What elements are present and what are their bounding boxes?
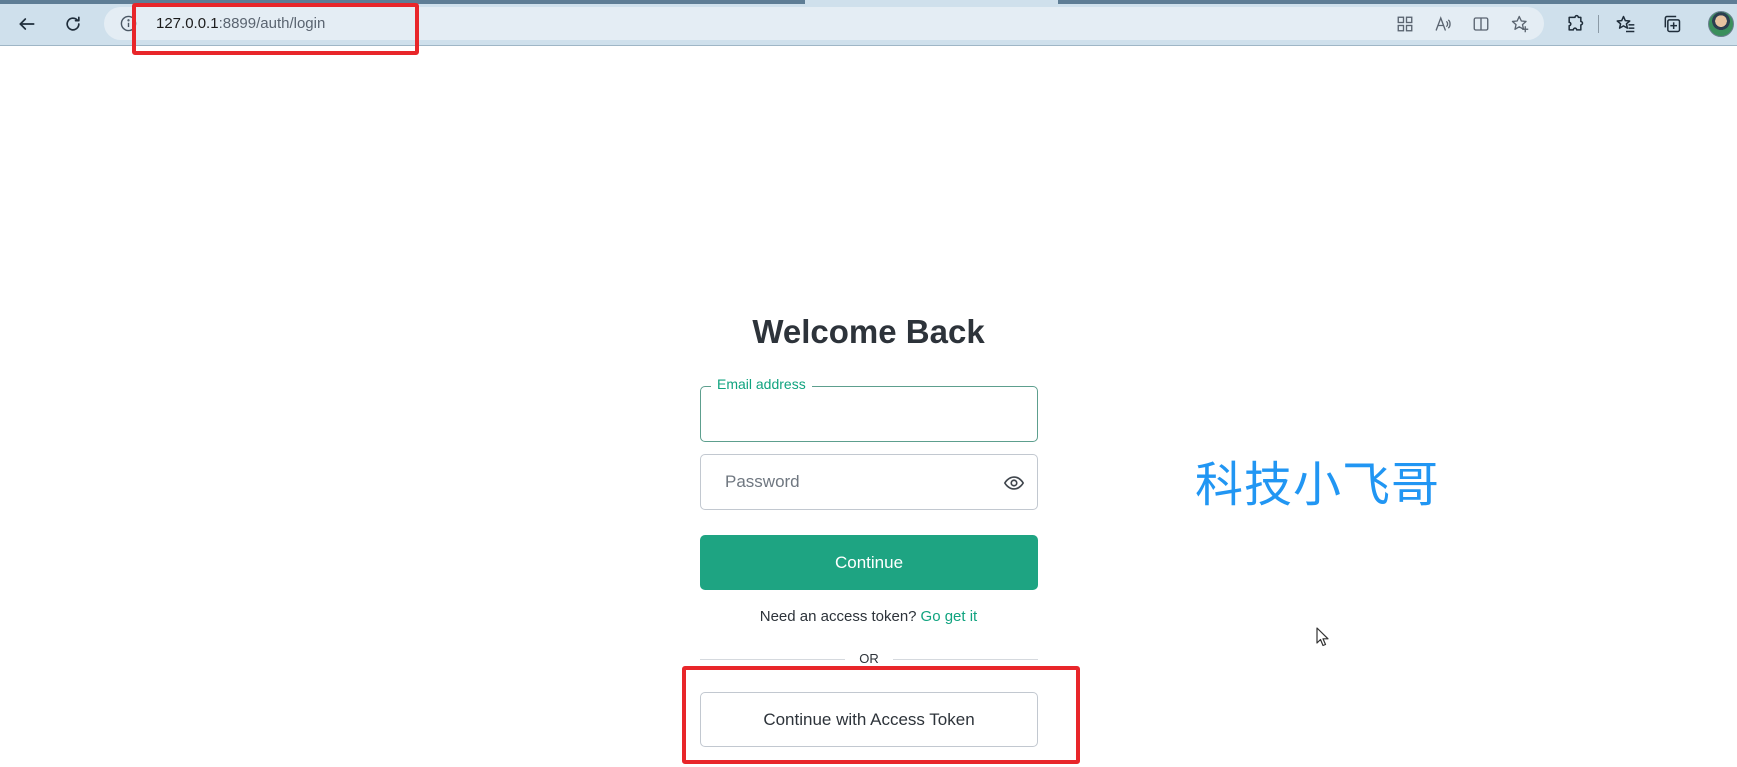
- url-path: :8899/auth/login: [218, 15, 326, 32]
- continue-with-access-token-button[interactable]: Continue with Access Token: [700, 692, 1038, 747]
- add-favorite-icon[interactable]: [1509, 13, 1531, 35]
- apps-icon[interactable]: [1394, 13, 1416, 35]
- email-field[interactable]: Email address: [700, 376, 1038, 442]
- back-arrow-icon[interactable]: [12, 9, 42, 39]
- continue-button[interactable]: Continue: [700, 535, 1038, 590]
- read-aloud-icon[interactable]: [1432, 13, 1454, 35]
- extensions-icon[interactable]: [1563, 12, 1587, 36]
- favorites-icon[interactable]: [1614, 12, 1638, 36]
- go-get-it-link[interactable]: Go get it: [921, 608, 978, 625]
- eye-icon[interactable]: [1003, 472, 1025, 494]
- or-divider: OR: [700, 650, 1038, 668]
- access-token-prompt: Need an access token? Go get it: [0, 608, 1737, 625]
- password-field[interactable]: [700, 454, 1038, 510]
- tab-strip-edge: [1058, 0, 1737, 4]
- watermark-text: 科技小飞哥: [1195, 457, 1441, 513]
- split-screen-icon[interactable]: [1470, 13, 1492, 35]
- tab-strip-edge: [0, 0, 805, 4]
- profile-avatar[interactable]: [1708, 11, 1734, 37]
- url-host: 127.0.0.1: [156, 15, 219, 32]
- browser-toolbar: 127.0.0.1:8899/auth/login: [0, 0, 1737, 46]
- password-input[interactable]: [702, 456, 1036, 508]
- refresh-icon[interactable]: [58, 9, 88, 39]
- toolbar-separator: [1598, 15, 1599, 33]
- email-input[interactable]: [702, 388, 1036, 440]
- url-text[interactable]: 127.0.0.1:8899/auth/login: [156, 15, 325, 32]
- address-bar[interactable]: 127.0.0.1:8899/auth/login: [104, 7, 1544, 40]
- page-title: Welcome Back: [752, 313, 985, 350]
- mouse-cursor-icon: [1316, 627, 1329, 647]
- divider-line: [893, 659, 1038, 660]
- access-token-question: Need an access token?: [759, 608, 917, 625]
- info-icon[interactable]: [120, 15, 137, 32]
- collections-icon[interactable]: [1660, 12, 1684, 36]
